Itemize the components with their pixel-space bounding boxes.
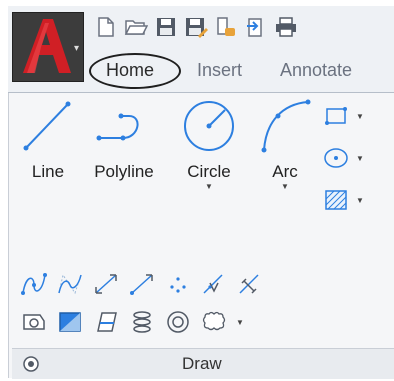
helix-icon[interactable] bbox=[126, 306, 158, 338]
print-icon[interactable] bbox=[274, 15, 298, 39]
chevron-down-icon[interactable]: ▼ bbox=[176, 182, 242, 191]
chevron-down-icon[interactable]: ▼ bbox=[356, 154, 364, 163]
open-folder-icon[interactable] bbox=[124, 15, 148, 39]
home-tab-highlight-circle bbox=[89, 53, 181, 89]
polyline-tool-label: Polyline bbox=[94, 162, 154, 181]
ellipse-icon bbox=[324, 148, 348, 168]
hatch-tool-button[interactable]: ▼ bbox=[322, 182, 364, 218]
arc-tool-button[interactable]: Arc ▼ bbox=[256, 96, 314, 191]
hatch-icon bbox=[325, 190, 347, 210]
gradient-icon[interactable] bbox=[54, 306, 86, 338]
ellipse-tool-button[interactable]: ▼ bbox=[322, 140, 364, 176]
measure-icon[interactable] bbox=[234, 268, 266, 300]
arc-icon bbox=[261, 99, 311, 153]
chevron-down-icon[interactable]: ▼ bbox=[236, 318, 244, 327]
rectangle-tool-button[interactable]: ▼ bbox=[322, 98, 364, 134]
save-as-icon[interactable] bbox=[184, 15, 208, 39]
ray-icon[interactable] bbox=[126, 268, 158, 300]
rectangle-icon bbox=[325, 107, 347, 125]
circle-tool-button[interactable]: Circle ▼ bbox=[176, 96, 242, 191]
line-tool-button[interactable]: Line bbox=[20, 96, 76, 182]
chevron-down-icon[interactable]: ▼ bbox=[356, 112, 364, 121]
arc-tool-label: Arc bbox=[272, 162, 298, 181]
construction-line-icon[interactable] bbox=[90, 268, 122, 300]
tab-annotate[interactable]: Annotate bbox=[280, 52, 352, 88]
save-icon[interactable] bbox=[154, 15, 178, 39]
draw-small-tools-column: ▼ ▼ ▼ bbox=[322, 98, 364, 224]
circle-tool-label: Circle bbox=[187, 162, 231, 181]
draw-tools-row-1 bbox=[18, 268, 270, 300]
draw-panel-label: Draw bbox=[182, 354, 222, 373]
chevron-down-icon: ▾ bbox=[74, 43, 80, 54]
line-icon bbox=[23, 101, 71, 151]
chevron-down-icon[interactable]: ▼ bbox=[356, 196, 364, 205]
region-icon[interactable] bbox=[18, 306, 50, 338]
boundary-icon[interactable] bbox=[90, 306, 122, 338]
open-web-icon[interactable] bbox=[214, 15, 238, 39]
revision-cloud-icon[interactable] bbox=[198, 306, 230, 338]
plot-export-icon[interactable] bbox=[244, 15, 268, 39]
multiple-points-icon[interactable] bbox=[162, 268, 194, 300]
quick-access-toolbar bbox=[94, 14, 298, 40]
divide-icon[interactable] bbox=[198, 268, 230, 300]
spline-fit-icon[interactable] bbox=[18, 268, 50, 300]
circle-icon bbox=[184, 101, 234, 151]
donut-icon[interactable] bbox=[162, 306, 194, 338]
draw-tools-row-2: ▼ bbox=[18, 306, 244, 338]
new-file-icon[interactable] bbox=[94, 15, 118, 39]
autocad-logo-icon bbox=[23, 19, 71, 73]
application-menu-button[interactable]: ▾ bbox=[12, 12, 84, 82]
spline-cv-icon[interactable] bbox=[54, 268, 86, 300]
draw-panel-title-bar[interactable]: Draw bbox=[12, 348, 394, 379]
panel-pin-icon[interactable] bbox=[22, 355, 40, 373]
polyline-icon bbox=[96, 113, 139, 141]
chevron-down-icon[interactable]: ▼ bbox=[256, 182, 314, 191]
line-tool-label: Line bbox=[31, 162, 65, 181]
tab-insert[interactable]: Insert bbox=[197, 52, 242, 88]
polyline-tool-button[interactable]: Polyline bbox=[86, 96, 162, 182]
